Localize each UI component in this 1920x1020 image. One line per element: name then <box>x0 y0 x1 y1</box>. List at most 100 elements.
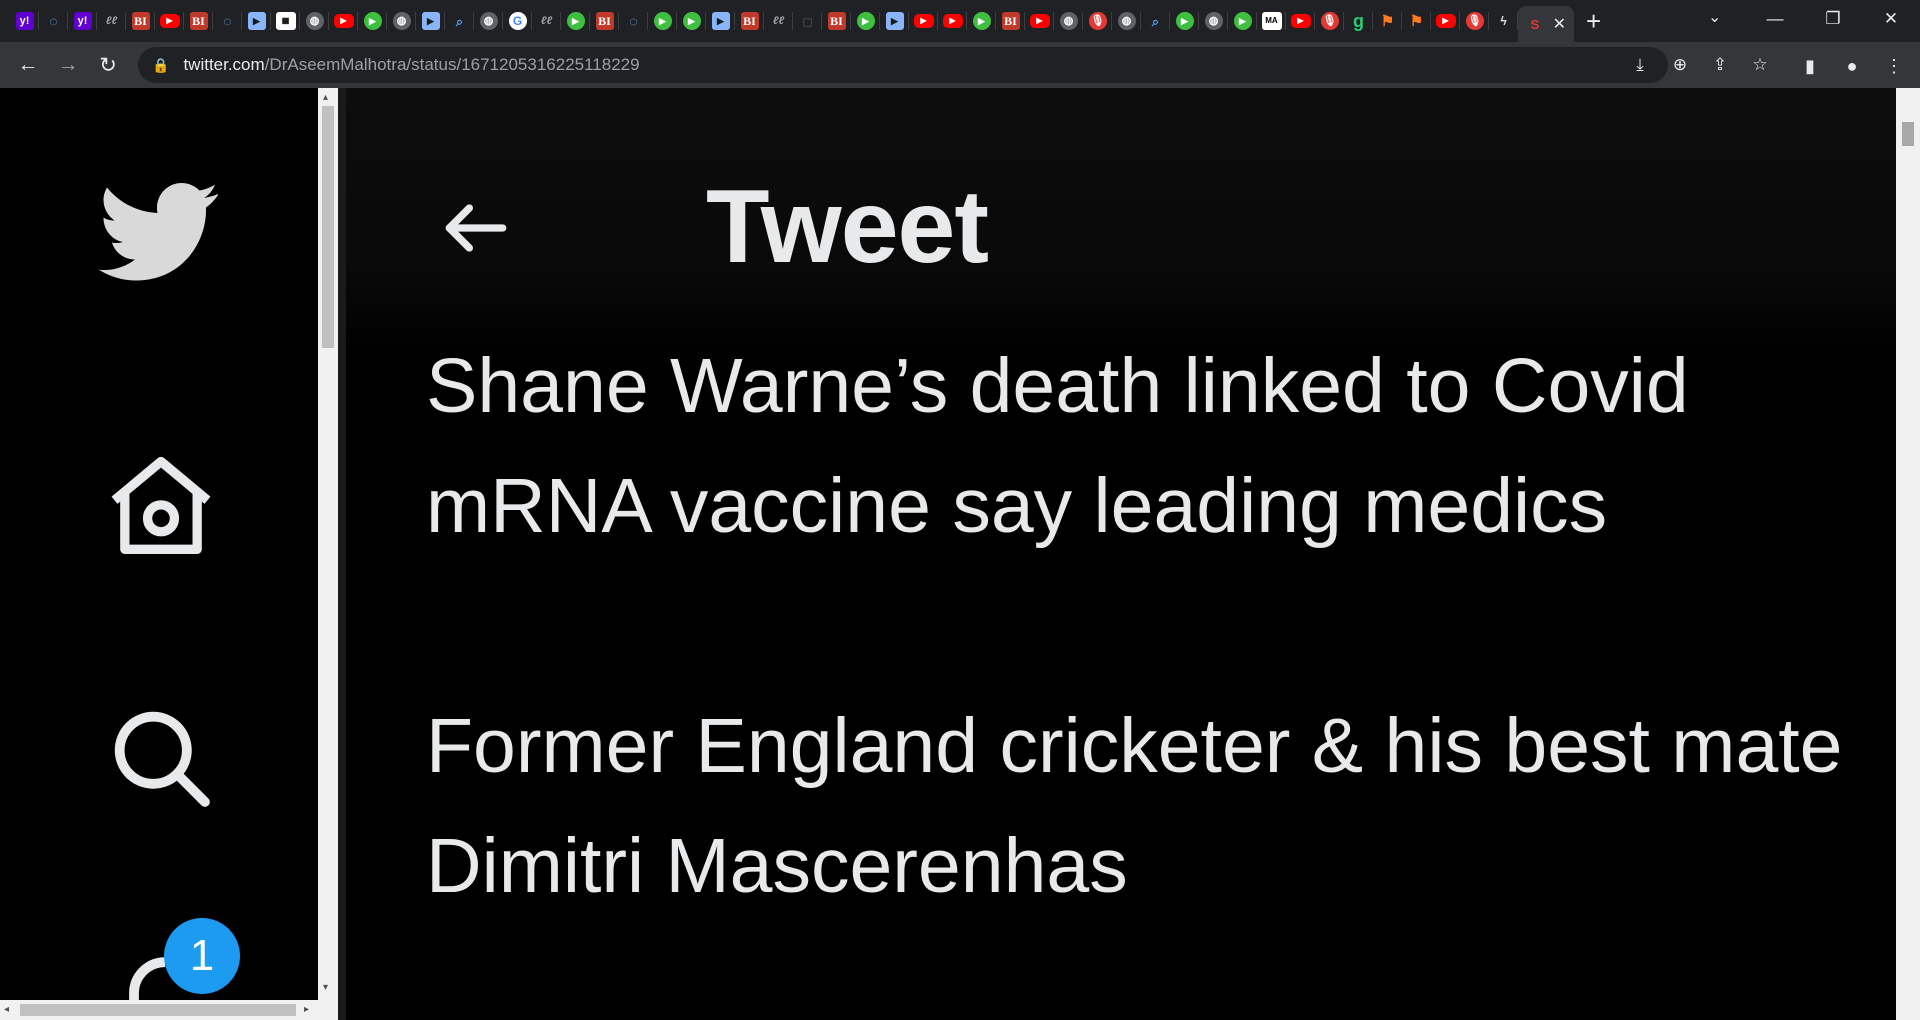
browser-tab[interactable]: ⌕ <box>1141 0 1170 42</box>
browser-tab[interactable]: ◍ <box>300 0 329 42</box>
restore-icon[interactable]: ❐ <box>1804 0 1862 38</box>
browser-tab[interactable]: ▶ <box>329 0 358 42</box>
browser-tab[interactable]: ▶ <box>1228 0 1257 42</box>
scroll-right-arrow-icon[interactable]: ▸ <box>304 1004 309 1015</box>
sidebar-hscroll-thumb[interactable] <box>20 1004 296 1016</box>
browser-tab[interactable]: ℓℓ <box>97 0 126 42</box>
page-scroll-thumb[interactable] <box>1902 122 1914 146</box>
browser-tab[interactable]: ▶ <box>851 0 880 42</box>
browser-tab[interactable]: ϟ <box>1489 0 1518 42</box>
scroll-down-arrow-icon[interactable]: ▾ <box>323 982 328 993</box>
tab-search-icon[interactable]: ⌄ <box>1708 7 1721 27</box>
browser-tab[interactable]: ◌ <box>619 0 648 42</box>
browser-tab[interactable]: BI <box>184 0 213 42</box>
menu-icon[interactable]: ⋮ <box>1878 46 1910 86</box>
browser-tab[interactable]: ▦ <box>271 0 300 42</box>
page-scrollbar[interactable] <box>1896 88 1920 1020</box>
browser-toolbar: ← → ↻ 🔒 twitter.com/DrAseemMalhotra/stat… <box>0 42 1920 88</box>
browser-tab[interactable]: ◍ <box>474 0 503 42</box>
sidebar-horizontal-scrollbar[interactable]: ◂ ▸ <box>0 1000 318 1020</box>
browser-tab[interactable]: BI <box>822 0 851 42</box>
twitter-sidebar: 1 ◂ ▸ <box>0 88 318 1020</box>
browser-tab[interactable]: ◌ <box>39 0 68 42</box>
bookmark-icon: ⚑ <box>1380 12 1395 30</box>
zoom-icon[interactable]: ⊕ <box>1666 53 1694 77</box>
browser-tab[interactable]: ▶ <box>938 0 967 42</box>
back-button[interactable]: ← <box>8 45 48 85</box>
browser-tab[interactable]: ℓℓ <box>764 0 793 42</box>
browser-tab[interactable]: BI <box>996 0 1025 42</box>
browser-tab[interactable]: ⚑ <box>1373 0 1402 42</box>
browser-tab[interactable]: y! <box>10 0 39 42</box>
browser-tab[interactable]: ▶ <box>648 0 677 42</box>
browser-tab[interactable]: ▶ <box>706 0 735 42</box>
browser-tab[interactable]: ◻ <box>793 0 822 42</box>
active-tab[interactable]: S ✕ <box>1518 6 1574 42</box>
browser-tab[interactable]: ▶ <box>1025 0 1054 42</box>
browser-tab[interactable]: ▶ <box>358 0 387 42</box>
close-tab-icon[interactable]: ✕ <box>1553 14 1566 34</box>
minimize-icon[interactable]: — <box>1746 0 1804 38</box>
dark-icon: ◻ <box>802 13 813 29</box>
install-app-icon[interactable]: ⤓ <box>1626 53 1654 77</box>
browser-tab[interactable]: ▶ <box>880 0 909 42</box>
browser-tab[interactable]: ▶ <box>1170 0 1199 42</box>
seek-icon: ⌕ <box>455 13 464 29</box>
browser-tab[interactable]: 🎙 <box>1460 0 1489 42</box>
twitter-logo-icon[interactable] <box>90 168 230 293</box>
browser-tab[interactable]: ▶ <box>1286 0 1315 42</box>
scroll-up-arrow-icon[interactable]: ▴ <box>323 92 328 103</box>
browser-tab[interactable]: ▶ <box>967 0 996 42</box>
sidebar-scrollbar[interactable]: ▴ ▾ <box>318 88 338 1020</box>
browser-tab[interactable]: g <box>1344 0 1373 42</box>
play-icon: ▶ <box>682 12 701 30</box>
profile-icon[interactable]: ● <box>1836 46 1868 86</box>
browser-tab[interactable]: ⌕ <box>445 0 474 42</box>
play-icon: ▶ <box>363 12 382 30</box>
youtube-icon: ▶ <box>913 14 934 28</box>
back-arrow-icon[interactable] <box>436 188 516 268</box>
browser-tab[interactable]: ℓℓ <box>532 0 561 42</box>
play-icon: ▶ <box>972 12 991 30</box>
browser-tab[interactable]: BI <box>735 0 764 42</box>
scroll-left-arrow-icon[interactable]: ◂ <box>4 1004 9 1015</box>
browser-tab[interactable]: BI <box>126 0 155 42</box>
play-icon: ▶ <box>653 12 672 30</box>
new-tab-button[interactable]: + <box>1586 6 1601 37</box>
browser-tab[interactable]: ▶ <box>416 0 445 42</box>
explore-search-icon[interactable] <box>96 693 226 823</box>
reload-button[interactable]: ↻ <box>88 45 128 85</box>
browser-tab[interactable]: ▶ <box>155 0 184 42</box>
browser-tab[interactable]: ◍ <box>1054 0 1083 42</box>
browser-tab[interactable]: 🎙 <box>1315 0 1344 42</box>
browser-tab[interactable]: ▶ <box>242 0 271 42</box>
browser-tab[interactable]: ◍ <box>1199 0 1228 42</box>
browser-tab[interactable]: ◍ <box>387 0 416 42</box>
home-icon[interactable] <box>96 443 226 573</box>
browser-tab[interactable]: BI <box>590 0 619 42</box>
play-icon: ▶ <box>1233 12 1252 30</box>
forward-button[interactable]: → <box>48 45 88 85</box>
sidebar-scroll-thumb[interactable] <box>322 106 334 348</box>
close-window-icon[interactable]: ✕ <box>1862 0 1920 38</box>
browser-tab[interactable]: 🎙 <box>1083 0 1112 42</box>
address-bar[interactable]: 🔒 twitter.com/DrAseemMalhotra/status/167… <box>138 47 1768 83</box>
browser-tab[interactable]: ⚑ <box>1402 0 1431 42</box>
browser-tab[interactable]: MA <box>1257 0 1286 42</box>
browser-tab[interactable]: y! <box>68 0 97 42</box>
bookmark-star-icon[interactable]: ☆ <box>1746 53 1774 77</box>
side-panel-icon[interactable]: ▮ <box>1794 46 1826 86</box>
browser-tab[interactable]: ◍ <box>1112 0 1141 42</box>
browser-tab[interactable]: ▶ <box>561 0 590 42</box>
browser-tab[interactable]: G <box>503 0 532 42</box>
browser-tab[interactable]: ▶ <box>1431 0 1460 42</box>
browser-tab[interactable]: ▶ <box>677 0 706 42</box>
loop-icon: ◌ <box>49 13 58 29</box>
lock-icon[interactable]: 🔒 <box>152 57 169 74</box>
browser-tab[interactable]: ◌ <box>213 0 242 42</box>
share-icon[interactable]: ⇪ <box>1706 53 1734 77</box>
tweet-column: Tweet Shane Warne’s death linked to Covi… <box>346 88 1896 1020</box>
loop-icon: ◌ <box>223 13 232 29</box>
ll-icon: ℓℓ <box>105 14 118 27</box>
browser-tab[interactable]: ▶ <box>909 0 938 42</box>
